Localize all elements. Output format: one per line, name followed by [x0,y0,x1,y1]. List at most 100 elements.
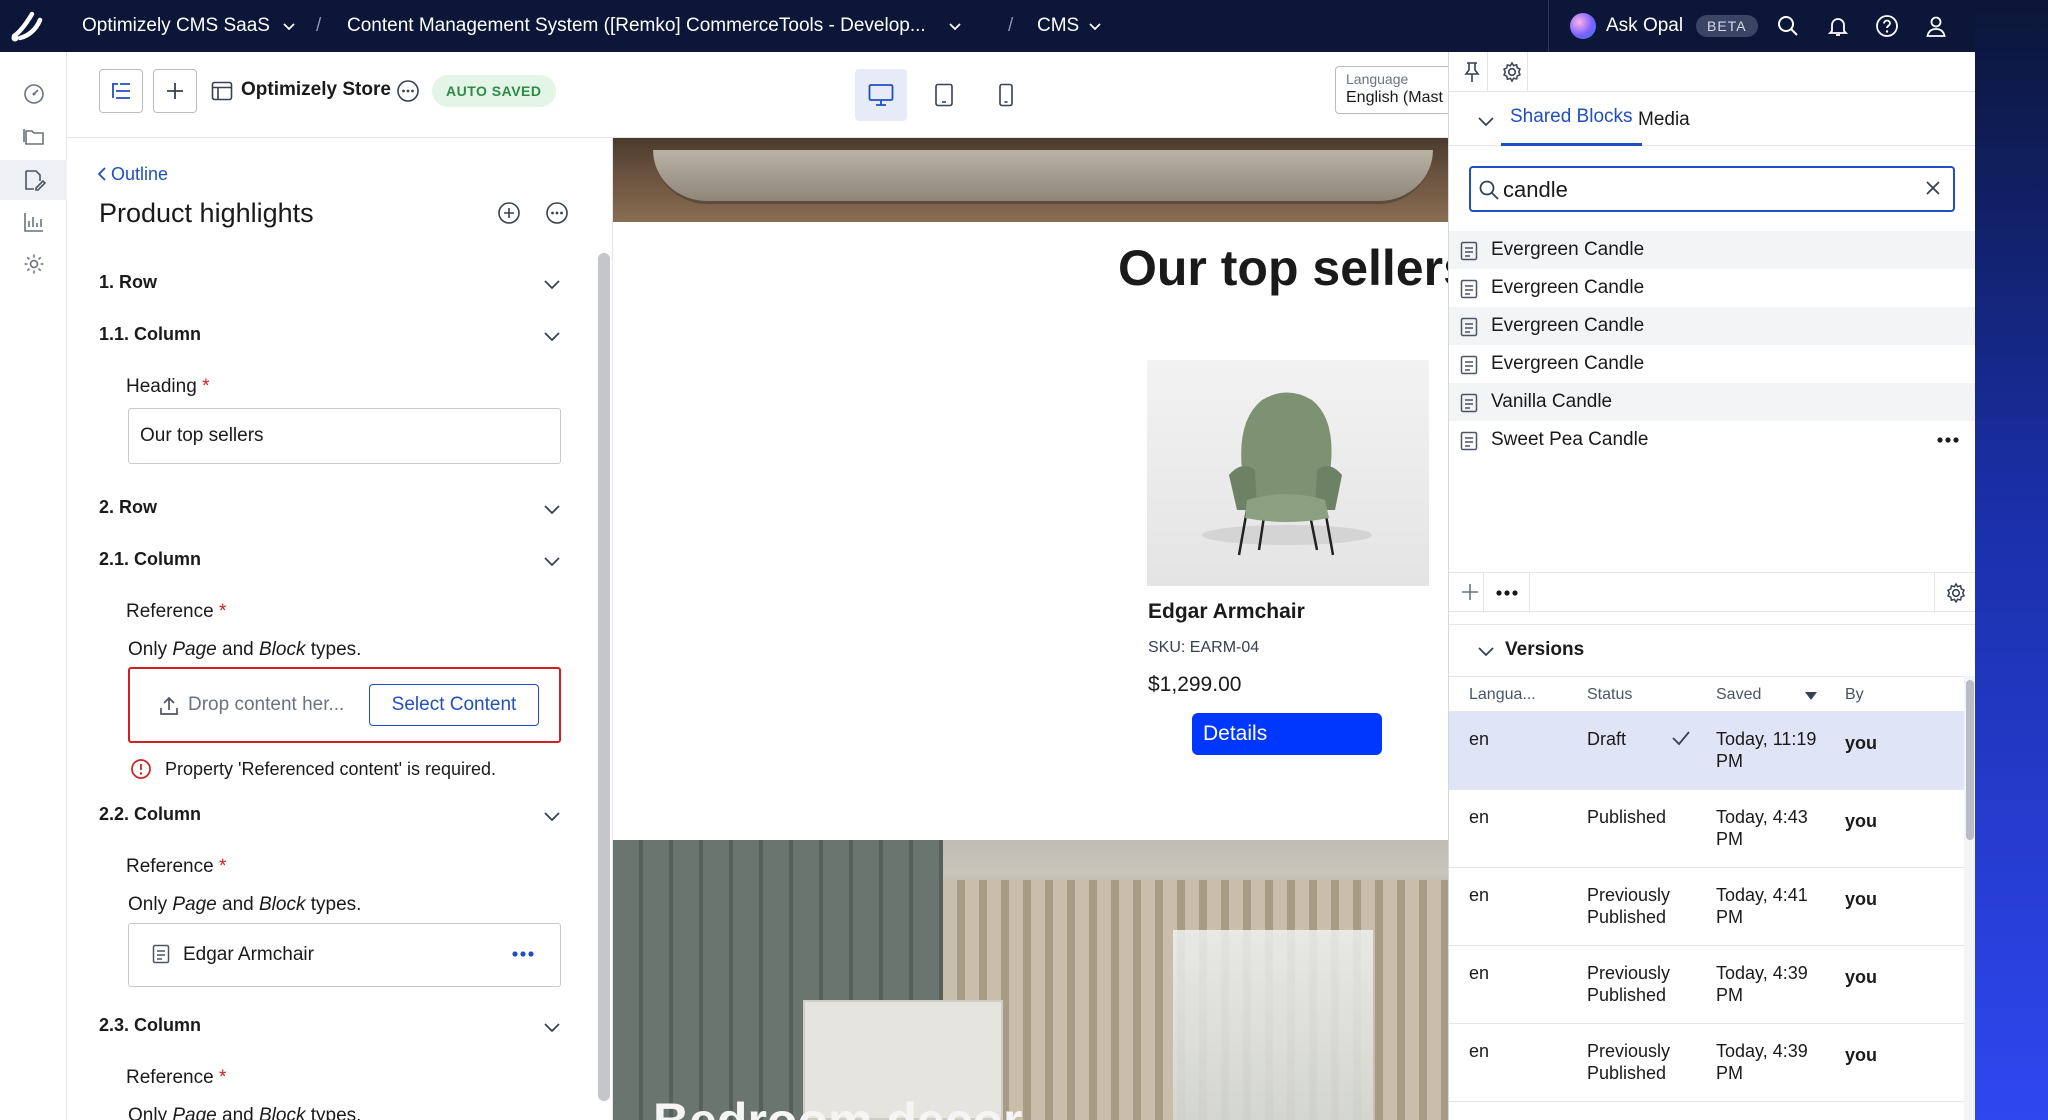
bell-icon[interactable] [1826,14,1850,38]
section-row-1[interactable]: 1. Row [99,272,157,293]
version-status: Previously Published [1587,963,1671,1005]
desktop-view-button[interactable] [855,69,907,121]
section-column-2-3[interactable]: 2.3. Column [99,1015,201,1036]
version-author: you [1845,811,1878,831]
version-saved: Today, 11:19 PM [1716,729,1817,771]
reference-field-label: Reference * [126,601,226,623]
referenced-content-item[interactable]: Edgar Armchair [128,923,561,987]
heading-field-label: Heading * [126,376,209,398]
add-circle-icon[interactable] [497,201,521,225]
user-icon[interactable] [1924,14,1948,38]
list-item[interactable]: Vanilla Candle [1449,383,1975,421]
chevron-down-icon[interactable] [542,806,562,826]
settings-icon[interactable] [0,244,67,284]
block-name: Evergreen Candle [1491,315,1645,336]
reports-icon[interactable] [0,202,67,242]
list-item[interactable]: Sweet Pea Candle [1449,421,1975,459]
project-switcher[interactable]: Content Management System ([Remko] Comme… [347,0,963,52]
editor-toolbar: Optimizely Store AUTO SAVED Language Eng… [67,52,1475,138]
chevron-down-icon[interactable] [542,326,562,346]
reference-drop-zone[interactable]: Drop content her... Select Content [128,667,561,743]
version-saved: Today, 4:41 PM [1716,885,1808,927]
hero-image [613,138,1448,222]
tablet-view-button[interactable] [918,69,970,121]
version-status: Previously Published [1587,1041,1671,1083]
more-options-icon[interactable] [545,201,569,225]
edit-content-icon[interactable] [0,160,67,200]
chevron-down-icon[interactable] [1477,642,1495,660]
ask-opal-button[interactable]: Ask Opal [1606,0,1683,52]
section-column-1-1[interactable]: 1.1. Column [99,324,201,345]
chevron-down-icon[interactable] [542,274,562,294]
column-header-status[interactable]: Status [1587,686,1632,704]
table-row[interactable]: en Previously Published Today, 4:39 PM y… [1449,1024,1964,1102]
pin-icon[interactable] [1462,61,1482,83]
version-language: en [1469,729,1490,749]
list-item[interactable]: Evergreen Candle [1449,307,1975,345]
search-value: candle [1503,177,1568,202]
column-header-saved[interactable]: Saved [1716,686,1761,704]
version-language: en [1469,1041,1490,1061]
outline-toggle-button[interactable] [99,69,143,113]
section-column-2-2[interactable]: 2.2. Column [99,804,201,825]
section-row-2[interactable]: 2. Row [99,497,157,518]
more-horizontal-icon[interactable] [1936,436,1960,444]
outline-back-link[interactable]: Outline [97,164,168,185]
heading-input[interactable]: Our top sellers [128,408,561,464]
panel-scrollbar[interactable] [598,253,610,1101]
clear-search-icon[interactable] [1924,179,1942,197]
chevron-down-icon [1087,18,1103,34]
column-header-by[interactable]: By [1845,686,1864,704]
versions-scrollbar-thumb[interactable] [1966,680,1974,840]
chevron-down-icon[interactable] [542,499,562,519]
table-row[interactable]: en Draft Today, 11:19 PM you [1449,712,1964,790]
more-horizontal-icon[interactable] [1495,589,1519,597]
block-search-input[interactable]: candle [1469,166,1955,212]
reference-field-label: Reference * [126,856,226,878]
list-item[interactable]: Evergreen Candle [1449,345,1975,383]
beta-badge: BETA [1696,15,1758,37]
block-icon [1460,393,1478,413]
dashboard-icon[interactable] [0,74,67,114]
sort-descending-icon[interactable] [1804,691,1818,701]
table-row[interactable]: en Previously Published Today, 4:41 PM y… [1449,868,1964,946]
version-status: Previously Published [1587,885,1671,927]
list-item[interactable]: Evergreen Candle [1449,231,1975,269]
site-name: Optimizely Store [241,79,391,100]
table-row[interactable]: en Published Today, 4:43 PM you [1449,790,1964,868]
select-content-button[interactable]: Select Content [369,684,539,726]
app-name: CMS [1037,15,1080,36]
help-icon[interactable] [1875,14,1899,38]
column-header-language[interactable]: Langua... [1469,686,1536,704]
tab-shared-blocks[interactable]: Shared Blocks [1501,92,1642,146]
chevron-down-icon[interactable] [1477,112,1495,130]
add-icon[interactable] [1461,583,1479,601]
section-column-2-1[interactable]: 2.1. Column [99,549,201,570]
versions-title: Versions [1505,639,1585,660]
table-row[interactable]: en Previously Published Today, 4:39 PM y… [1449,946,1964,1024]
version-author: you [1845,1045,1878,1065]
folders-icon[interactable] [0,116,67,156]
gear-icon[interactable] [1945,582,1967,604]
mobile-view-button[interactable] [980,69,1032,121]
versions-scrollbar-track[interactable] [1964,676,1975,1120]
versions-table-header: Langua... Status Saved By [1449,676,1964,712]
bedroom-image: Bedroom decor [613,840,1448,1120]
more-options-icon[interactable] [396,79,420,103]
search-icon[interactable] [1776,14,1800,38]
more-horizontal-icon[interactable] [511,950,535,958]
details-button[interactable]: Details [1192,713,1382,755]
gear-icon[interactable] [1501,61,1523,83]
product-sku: SKU: EARM-04 [1148,639,1260,656]
add-button[interactable] [153,69,197,113]
chevron-down-icon[interactable] [542,1017,562,1037]
product-switcher[interactable]: Optimizely CMS SaaS [82,0,297,52]
app-switcher[interactable]: CMS [1037,0,1103,52]
product-image[interactable] [1147,360,1429,586]
chevron-down-icon[interactable] [542,551,562,571]
tab-media[interactable]: Media [1629,92,1699,146]
optimizely-logo-icon[interactable] [6,6,46,46]
version-language: en [1469,807,1490,827]
list-item[interactable]: Evergreen Candle [1449,269,1975,307]
top-navigation-bar: Optimizely CMS SaaS / Content Management… [0,0,1975,52]
